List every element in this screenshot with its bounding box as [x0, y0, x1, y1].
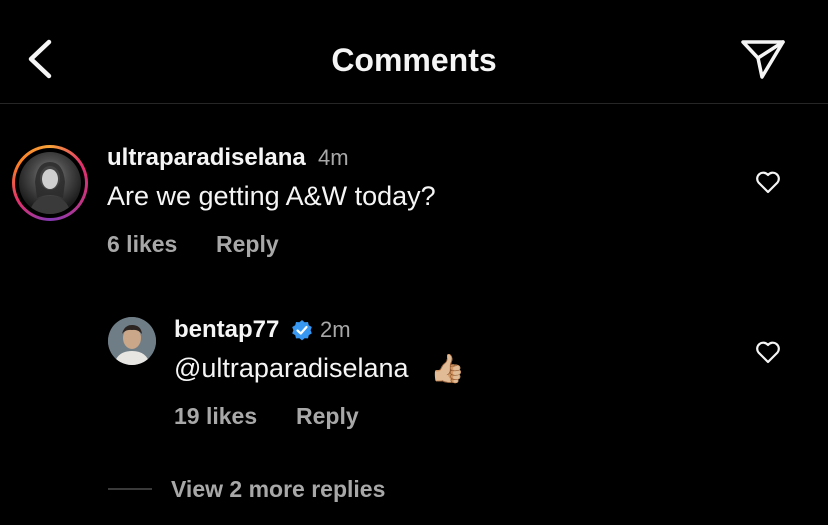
reply-username[interactable]: bentap77: [174, 315, 279, 345]
comments-screen: Comments ultraparadiselana 4m Are we get…: [0, 0, 828, 525]
like-button[interactable]: [753, 337, 783, 367]
page-title: Comments: [331, 42, 497, 78]
avatar[interactable]: [12, 145, 88, 221]
reply-time: 2m: [320, 317, 351, 342]
thumbs-up-emoji: 👍🏼: [430, 353, 465, 384]
person-silhouette-icon: [29, 162, 71, 214]
likes-count[interactable]: 19 likes: [174, 401, 257, 431]
avatar[interactable]: [108, 317, 156, 365]
person-photo-icon: [108, 317, 156, 365]
reply-text: @ultraparadiselana: [174, 351, 409, 385]
paper-plane-icon: [741, 40, 785, 79]
comment-username[interactable]: ultraparadiselana: [107, 143, 306, 173]
like-button[interactable]: [753, 167, 783, 197]
heart-icon: [756, 341, 780, 364]
comment-text: Are we getting A&W today?: [107, 181, 436, 211]
share-button[interactable]: [738, 36, 788, 82]
replies-divider-line: [108, 488, 152, 490]
verified-badge-icon: [292, 320, 312, 341]
reply-button[interactable]: Reply: [216, 229, 279, 259]
comment-time: 4m: [318, 145, 349, 170]
reply-button[interactable]: Reply: [296, 401, 359, 431]
view-more-replies-button[interactable]: View 2 more replies: [171, 474, 385, 504]
heart-icon: [756, 171, 780, 194]
likes-count[interactable]: 6 likes: [107, 229, 177, 259]
avatar-photo: [19, 152, 81, 214]
header-bar: Comments: [0, 0, 828, 104]
mention-link[interactable]: @ultraparadiselana: [174, 353, 409, 383]
